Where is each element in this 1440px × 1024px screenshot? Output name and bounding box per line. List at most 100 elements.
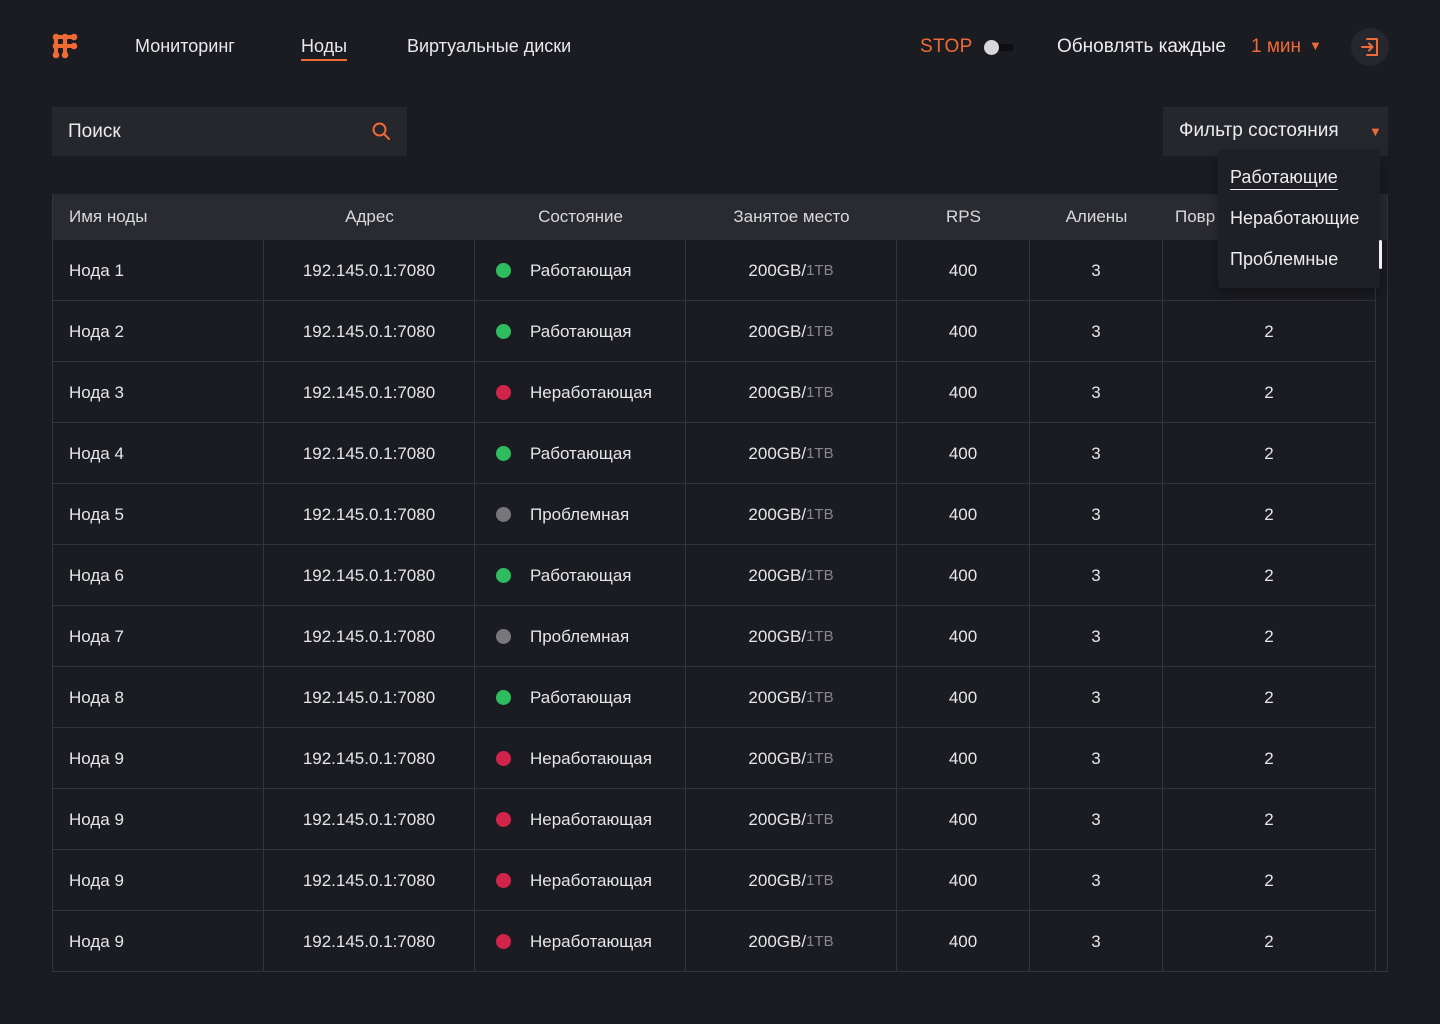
used-space-value: 200GB/: [748, 443, 807, 463]
status-label: Работающая: [530, 565, 632, 585]
status-dot-icon: [496, 263, 511, 278]
used-space-value: 200GB/: [748, 809, 807, 829]
table-row[interactable]: Нода 3 192.145.0.1:7080 Неработающая 200GB/…: [53, 362, 1375, 423]
status-label: Неработающая: [530, 870, 652, 890]
cell-status: Работающая: [496, 240, 632, 301]
table-row[interactable]: Нода 9 192.145.0.1:7080 Неработающая 200GB/…: [53, 789, 1375, 850]
cell-corrupted: 2: [1264, 504, 1274, 524]
status-label: Работающая: [530, 687, 632, 707]
cell-node-name: Нода 9: [69, 809, 124, 829]
status-dot-icon: [496, 934, 511, 949]
refresh-interval-value: 1 мин: [1251, 36, 1302, 57]
search-icon[interactable]: [371, 121, 391, 141]
nav-virtual-disks[interactable]: Виртуальные диски: [407, 36, 571, 57]
column-header-aliens[interactable]: Алиены: [1030, 207, 1163, 227]
status-label: Неработающая: [530, 809, 652, 829]
total-space-value: 1TB: [806, 750, 834, 767]
column-header-used-space[interactable]: Занятое место: [686, 207, 897, 227]
cell-address: 192.145.0.1:7080: [302, 321, 436, 341]
cell-address: 192.145.0.1:7080: [302, 931, 436, 951]
table-row[interactable]: Нода 5 192.145.0.1:7080 Проблемная 200GB/1T…: [53, 484, 1375, 545]
cell-status: Работающая: [496, 301, 632, 362]
cell-used-space: 200GB/1TB: [686, 362, 896, 423]
cell-used-space: 200GB/1TB: [686, 545, 896, 606]
cell-rps: 400: [948, 809, 978, 829]
cell-corrupted: 2: [1264, 565, 1274, 585]
cell-node-name: Нода 4: [69, 443, 124, 463]
cell-node-name: Нода 7: [69, 626, 124, 646]
column-header-status[interactable]: Состояние: [475, 207, 686, 227]
cell-status: Неработающая: [496, 850, 652, 911]
column-header-address[interactable]: Адрес: [264, 207, 475, 227]
cell-status: Неработающая: [496, 911, 652, 971]
column-header-corrupted[interactable]: Повр: [1175, 207, 1215, 227]
table-row[interactable]: Нода 6 192.145.0.1:7080 Работающая 200GB/1T…: [53, 545, 1375, 606]
cell-corrupted: 2: [1264, 931, 1274, 951]
filter-option-problematic[interactable]: Проблемные: [1230, 249, 1338, 270]
refresh-interval-dropdown[interactable]: 1 мин ▼: [1251, 36, 1322, 58]
cell-node-name: Нода 9: [69, 931, 124, 951]
nav-nodes[interactable]: Ноды: [301, 36, 348, 61]
table-scrollbar[interactable]: [1375, 240, 1387, 971]
cell-rps: 400: [948, 931, 978, 951]
table-row[interactable]: Нода 4 192.145.0.1:7080 Работающая 200GB/1T…: [53, 423, 1375, 484]
cell-corrupted: 2: [1264, 870, 1274, 890]
stop-toggle[interactable]: [984, 39, 1014, 55]
cell-address: 192.145.0.1:7080: [302, 504, 436, 524]
cell-status: Неработающая: [496, 789, 652, 850]
total-space-value: 1TB: [806, 628, 834, 645]
used-space-value: 200GB/: [748, 382, 807, 402]
toggle-knob: [984, 40, 999, 55]
table-body: Нода 1 192.145.0.1:7080 Работающая 200GB/1T…: [53, 240, 1375, 971]
cell-aliens: 3: [1091, 931, 1101, 951]
table-row[interactable]: Нода 9 192.145.0.1:7080 Неработающая 200GB/…: [53, 728, 1375, 789]
cell-used-space: 200GB/1TB: [686, 240, 896, 301]
cell-rps: 400: [948, 870, 978, 890]
table-row[interactable]: Нода 2 192.145.0.1:7080 Работающая 200GB/1T…: [53, 301, 1375, 362]
table-row[interactable]: Нода 1 192.145.0.1:7080 Работающая 200GB/1T…: [53, 240, 1375, 301]
stop-label: STOP: [920, 36, 973, 57]
logout-icon: [1361, 38, 1378, 56]
top-header: Мониторинг Ноды Виртуальные диски STOP О…: [0, 0, 1440, 96]
status-filter-button[interactable]: Фильтр состояния ▼: [1163, 107, 1388, 156]
cell-address: 192.145.0.1:7080: [302, 626, 436, 646]
filter-option-not-working[interactable]: Неработающие: [1230, 208, 1359, 229]
cell-rps: 400: [948, 626, 978, 646]
cell-address: 192.145.0.1:7080: [302, 748, 436, 768]
menu-scrollbar-thumb[interactable]: [1379, 240, 1382, 269]
search-box: [52, 107, 407, 156]
total-space-value: 1TB: [806, 933, 834, 950]
cell-status: Работающая: [496, 667, 632, 728]
total-space-value: 1TB: [806, 384, 834, 401]
cell-node-name: Нода 2: [69, 321, 124, 341]
cell-used-space: 200GB/1TB: [686, 728, 896, 789]
cell-used-space: 200GB/1TB: [686, 789, 896, 850]
table-row[interactable]: Нода 8 192.145.0.1:7080 Работающая 200GB/1T…: [53, 667, 1375, 728]
cell-corrupted: 2: [1264, 687, 1274, 707]
cell-corrupted: 2: [1264, 321, 1274, 341]
cell-aliens: 3: [1091, 565, 1101, 585]
table-row[interactable]: Нода 9 192.145.0.1:7080 Неработающая 200GB/…: [53, 911, 1375, 971]
cell-node-name: Нода 1: [69, 260, 124, 280]
status-label: Неработающая: [530, 748, 652, 768]
column-header-name[interactable]: Имя ноды: [69, 207, 147, 227]
cell-aliens: 3: [1091, 626, 1101, 646]
logout-button[interactable]: [1351, 28, 1389, 66]
total-space-value: 1TB: [806, 506, 834, 523]
logo-icon[interactable]: [51, 32, 79, 60]
cell-status: Проблемная: [496, 484, 629, 545]
cell-used-space: 200GB/1TB: [686, 606, 896, 667]
used-space-value: 200GB/: [748, 565, 807, 585]
used-space-value: 200GB/: [748, 870, 807, 890]
table-row[interactable]: Нода 7 192.145.0.1:7080 Проблемная 200GB/1T…: [53, 606, 1375, 667]
cell-status: Работающая: [496, 545, 632, 606]
cell-node-name: Нода 9: [69, 748, 124, 768]
filter-option-working[interactable]: Работающие: [1230, 167, 1338, 190]
status-filter-menu: Работающие Неработающие Проблемные: [1218, 150, 1382, 288]
table-row[interactable]: Нода 9 192.145.0.1:7080 Неработающая 200GB/…: [53, 850, 1375, 911]
search-input[interactable]: [68, 107, 358, 156]
cell-rps: 400: [948, 382, 978, 402]
column-header-rps[interactable]: RPS: [897, 207, 1030, 227]
nav-monitoring[interactable]: Мониторинг: [135, 36, 235, 57]
cell-address: 192.145.0.1:7080: [302, 809, 436, 829]
